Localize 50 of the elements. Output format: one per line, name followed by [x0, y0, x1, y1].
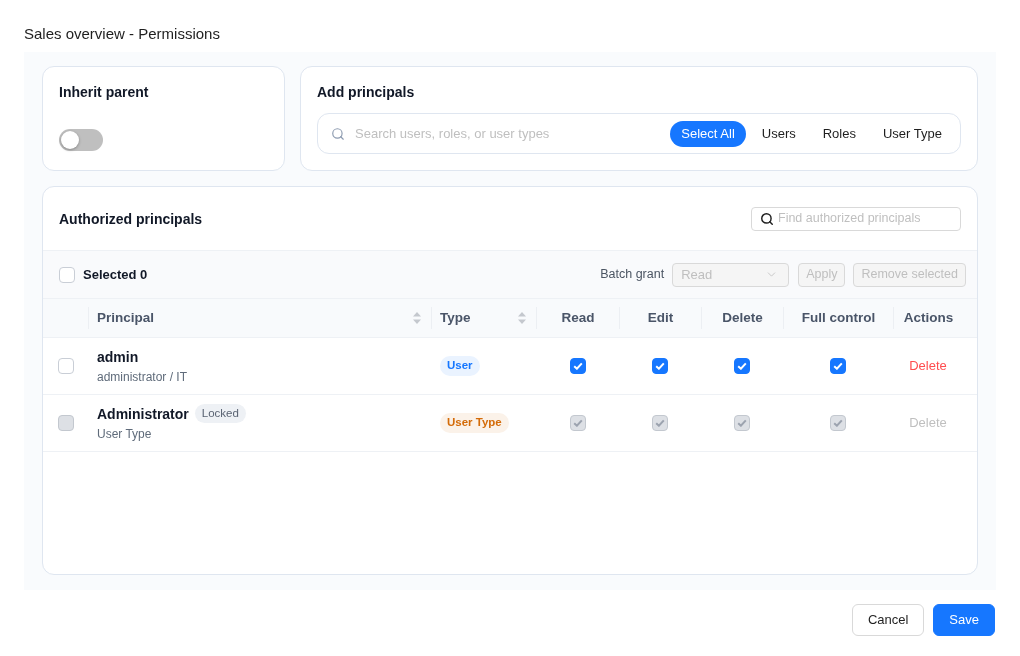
principal-subtitle: User Type	[97, 426, 153, 442]
search-input[interactable]: Search users, roles, or user types	[355, 123, 671, 144]
type-tag: User	[440, 356, 480, 376]
checkbox[interactable]	[830, 358, 846, 374]
checkmark-icon	[833, 362, 843, 370]
card-title: Inherit parent	[59, 83, 149, 102]
sort-icon[interactable]	[518, 312, 526, 324]
column-header: Delete	[722, 308, 763, 327]
column-header: Edit	[647, 308, 674, 327]
checkmark-icon	[572, 419, 583, 427]
checkmark-icon	[572, 362, 583, 370]
batch-grant-label: Batch grant	[600, 266, 665, 284]
column-header: Actions	[903, 308, 954, 327]
selected-count: Selected 0	[83, 265, 148, 284]
filter-tab[interactable]: User Type	[872, 120, 953, 147]
dialog-button[interactable]: Save	[933, 604, 995, 636]
sort-icon[interactable]	[413, 312, 421, 324]
column-header: Full control	[801, 308, 876, 327]
locked-tag: Locked	[194, 404, 246, 423]
principal-name: admin	[97, 347, 139, 366]
column-header: Principal	[97, 308, 155, 327]
checkmark-icon	[655, 362, 665, 370]
find-input[interactable]: Find authorized principals	[778, 209, 952, 228]
filter-tab[interactable]: Roles	[811, 120, 867, 147]
checkmark-icon	[737, 362, 747, 370]
find-principals-field[interactable]: Find authorized principals	[751, 206, 961, 231]
search-icon	[760, 211, 774, 226]
checkbox[interactable]	[734, 358, 750, 374]
principal-subtitle: administrator / IT	[97, 368, 189, 385]
checkmark-icon	[655, 419, 665, 427]
filter-tab[interactable]: Select All	[670, 120, 746, 147]
principal-name: Administrator	[97, 404, 189, 423]
checkbox[interactable]	[59, 266, 75, 283]
dialog-title: Sales overview - Permissions	[24, 25, 220, 42]
toggle-switch[interactable]	[59, 129, 103, 151]
card-title: Add principals	[317, 83, 416, 102]
checkbox[interactable]	[652, 358, 668, 374]
checkbox[interactable]	[569, 358, 586, 374]
delete-link[interactable]: Delete	[909, 356, 947, 376]
checkbox[interactable]	[58, 358, 74, 374]
column-header: Type	[440, 308, 471, 327]
search-icon	[331, 126, 345, 141]
card-title: Authorized principals	[59, 209, 203, 229]
checkmark-icon	[737, 419, 747, 427]
filter-tab[interactable]: Users	[750, 120, 807, 147]
principal-search-bar[interactable]: Search users, roles, or user types Select All Users Roles User Type	[317, 113, 961, 154]
dialog-button[interactable]: Cancel	[851, 604, 925, 636]
checkmark-icon	[833, 419, 843, 427]
type-tag: User Type	[440, 413, 509, 433]
column-header: Read	[561, 308, 595, 327]
